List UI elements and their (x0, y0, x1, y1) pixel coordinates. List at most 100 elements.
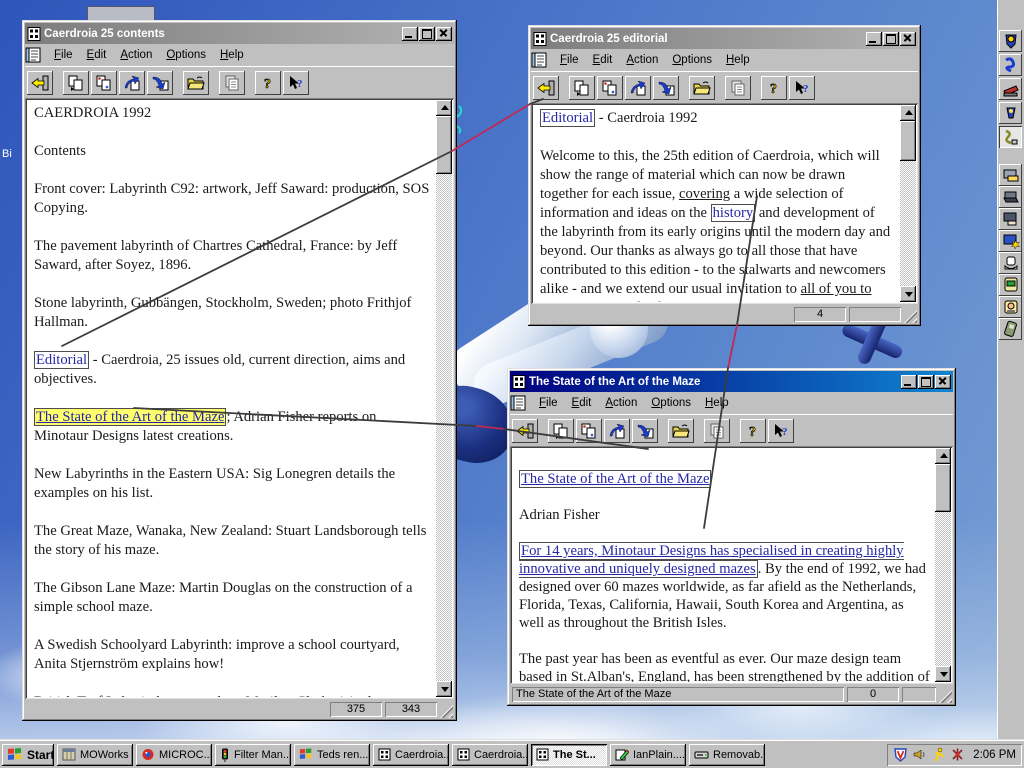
link-back-button[interactable] (632, 418, 658, 443)
link-forward-button[interactable] (604, 418, 630, 443)
menu-help[interactable]: Help (214, 47, 250, 63)
scroll-down-button[interactable] (436, 681, 452, 697)
link-forward-button[interactable] (119, 70, 145, 95)
copy-button[interactable] (725, 75, 751, 100)
open-folder-button[interactable] (668, 418, 694, 443)
help-button[interactable]: ? (740, 418, 766, 443)
flower-icon[interactable] (950, 747, 965, 762)
vertical-scrollbar[interactable] (900, 105, 916, 302)
snake-icon[interactable] (999, 54, 1022, 76)
close-button[interactable] (935, 374, 951, 389)
clock[interactable]: 2:06 PM (973, 749, 1016, 761)
taskbar-button-filter-manager[interactable]: Filter Man... (215, 743, 291, 766)
close-button[interactable] (436, 26, 452, 41)
replace-page-button[interactable] (91, 70, 117, 95)
scrollbar-thumb[interactable] (436, 116, 452, 174)
menu-file[interactable]: File (554, 52, 585, 68)
minimize-button[interactable] (866, 31, 882, 46)
menu-help[interactable]: Help (720, 52, 756, 68)
menu-options[interactable]: Options (160, 47, 212, 63)
menu-edit[interactable]: Edit (587, 52, 619, 68)
badge-face-icon[interactable] (999, 296, 1022, 318)
open-folder-button[interactable] (689, 75, 715, 100)
context-help-button[interactable]: ? (768, 418, 794, 443)
exit-button[interactable] (512, 418, 538, 443)
close-button[interactable] (900, 31, 916, 46)
scroll-up-button[interactable] (935, 448, 951, 464)
menu-edit[interactable]: Edit (81, 47, 113, 63)
menu-help[interactable]: Help (699, 395, 735, 411)
hyperlink[interactable]: The State of the Art of the Maze (34, 408, 227, 426)
scroll-down-button[interactable] (900, 286, 916, 302)
hyperlink[interactable]: Editorial (540, 109, 596, 127)
taskbar-button-ianplain[interactable]: IanPlain.... (610, 743, 686, 766)
context-help-button[interactable]: ? (283, 70, 309, 95)
open-folder-button[interactable] (183, 70, 209, 95)
genie-lamp-icon[interactable] (999, 102, 1022, 124)
minimize-button[interactable] (402, 26, 418, 41)
hyperlink[interactable]: The State of the Art of the Maze (519, 470, 712, 488)
scroll-up-button[interactable] (436, 100, 452, 116)
titlebar[interactable]: Caerdroia 25 contents (25, 23, 454, 44)
maximize-button[interactable] (883, 31, 899, 46)
help-button[interactable]: ? (255, 70, 281, 95)
taskbar-button-moworks[interactable]: MOWorks (57, 743, 133, 766)
taskbar-button-teds[interactable]: Teds ren... (294, 743, 370, 766)
replace-page-button[interactable] (576, 418, 602, 443)
titlebar[interactable]: Caerdroia 25 editorial (531, 28, 918, 49)
stapler-icon[interactable] (999, 78, 1022, 100)
bug-shield-icon[interactable] (999, 30, 1022, 52)
scroll-up-button[interactable] (900, 105, 916, 121)
scroll-down-button[interactable] (935, 666, 951, 682)
resize-grip[interactable] (440, 705, 453, 718)
copy-page-button[interactable] (548, 418, 574, 443)
exit-button[interactable] (533, 75, 559, 100)
menu-action[interactable]: Action (620, 52, 664, 68)
taskbar-button-caerdroia-1[interactable]: Caerdroia... (373, 743, 449, 766)
vertical-scrollbar[interactable] (436, 100, 452, 697)
titlebar[interactable]: The State of the Art of the Maze (510, 371, 953, 392)
context-help-button[interactable]: ? (789, 75, 815, 100)
link-back-button[interactable] (653, 75, 679, 100)
taskbar-button-caerdroia-2[interactable]: Caerdroia... (452, 743, 528, 766)
volume-icon[interactable] (912, 747, 927, 762)
cable-snake-icon[interactable] (999, 126, 1022, 148)
menu-options[interactable]: Options (666, 52, 718, 68)
messenger-runner-icon[interactable] (931, 747, 946, 762)
vertical-scrollbar[interactable] (935, 448, 951, 682)
antivirus-shield-icon[interactable] (893, 747, 908, 762)
scrollbar-thumb[interactable] (935, 464, 951, 512)
taskbar-button-removable[interactable]: Removab... (689, 743, 765, 766)
minimize-button[interactable] (901, 374, 917, 389)
scrollbar-thumb[interactable] (900, 121, 916, 161)
menu-file[interactable]: File (533, 395, 564, 411)
laptop-closed-icon[interactable] (999, 186, 1022, 208)
hyperlink[interactable]: history (710, 204, 756, 222)
taskbar-button-microc[interactable]: MICROC... (136, 743, 212, 766)
replace-page-button[interactable] (597, 75, 623, 100)
link-back-button[interactable] (147, 70, 173, 95)
copy-button[interactable] (219, 70, 245, 95)
exit-button[interactable] (27, 70, 53, 95)
resize-grip[interactable] (939, 690, 952, 703)
copy-page-button[interactable] (569, 75, 595, 100)
maximize-button[interactable] (419, 26, 435, 41)
hyperlink[interactable]: Editorial (34, 351, 90, 369)
resize-grip[interactable] (904, 310, 917, 323)
maximize-button[interactable] (918, 374, 934, 389)
handheld-icon[interactable] (999, 318, 1022, 340)
link-forward-button[interactable] (625, 75, 651, 100)
phone-on-icon[interactable] (999, 274, 1022, 296)
menu-action[interactable]: Action (114, 47, 158, 63)
menu-edit[interactable]: Edit (566, 395, 598, 411)
copy-page-button[interactable] (63, 70, 89, 95)
desktop-icon-label[interactable]: Bi (2, 148, 12, 160)
help-button[interactable]: ? (761, 75, 787, 100)
laptop-mail-icon[interactable] (999, 164, 1022, 186)
monitor-star-icon[interactable] (999, 230, 1022, 252)
start-button[interactable]: Start (2, 743, 54, 766)
menu-file[interactable]: File (48, 47, 79, 63)
menu-options[interactable]: Options (645, 395, 697, 411)
taskbar-button-the-state[interactable]: The St... (531, 743, 607, 766)
copy-button[interactable] (704, 418, 730, 443)
